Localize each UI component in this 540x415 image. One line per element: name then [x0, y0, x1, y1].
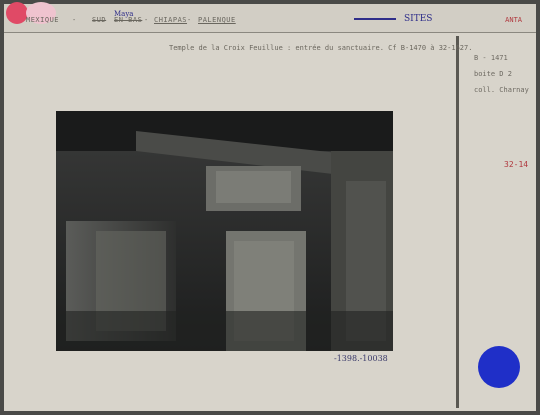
blue-dot-sticker-icon	[478, 346, 520, 388]
header-band: MEXIQUE - SUD EN BAS Maya - CHIAPAS - PA…	[4, 2, 536, 33]
side-box: boite D 2	[474, 70, 512, 78]
handwritten-region: Maya	[114, 10, 134, 18]
region-struck: SUD	[92, 16, 107, 24]
site-label: PALENQUE	[198, 16, 236, 24]
archival-photograph	[56, 111, 393, 351]
red-sticker-icon	[6, 2, 28, 24]
archive-card: MEXIQUE - SUD EN BAS Maya - CHIAPAS - PA…	[4, 2, 536, 411]
country-label: MEXIQUE	[26, 16, 60, 24]
handwritten-category: SITES	[404, 14, 433, 24]
photo-caption: Temple de la Croix Feuillue : entrée du …	[169, 44, 473, 52]
side-reference: B - 1471	[474, 54, 508, 62]
strike-bar	[354, 18, 396, 20]
temple-photo-image	[56, 111, 393, 351]
side-collection: coll. Charnay	[474, 86, 529, 94]
handwritten-number: 32-14	[504, 160, 529, 169]
code-label: ANTA	[505, 16, 522, 24]
photo-number: -1398.-10038	[334, 354, 388, 363]
state-label: CHIAPAS	[154, 16, 188, 24]
